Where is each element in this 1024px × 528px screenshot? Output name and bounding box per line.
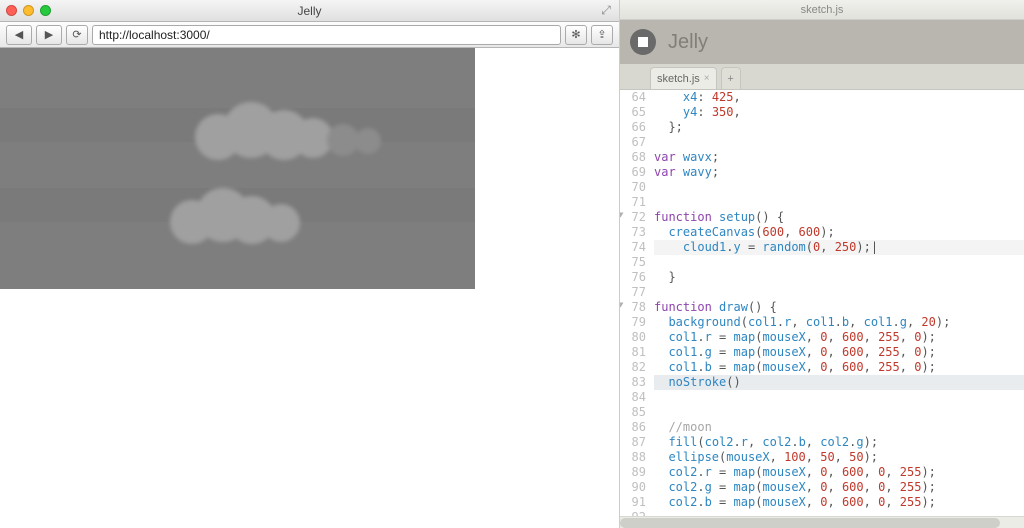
browser-title: Jelly	[0, 4, 619, 18]
line-number: 73	[620, 225, 646, 240]
code-line[interactable]: noStroke()	[654, 375, 1024, 390]
code-line[interactable]	[654, 180, 1024, 195]
window-zoom-icon[interactable]	[40, 5, 51, 16]
code-line[interactable]: createCanvas(600, 600);	[654, 225, 1024, 240]
code-line[interactable]	[654, 390, 1024, 405]
line-number: 65	[620, 105, 646, 120]
line-number: 64	[620, 90, 646, 105]
line-number: 81	[620, 345, 646, 360]
code-line[interactable]: y4: 350,	[654, 105, 1024, 120]
gear-button[interactable]: ✻	[565, 25, 587, 45]
code-line[interactable]: col2.g = map(mouseX, 0, 600, 0, 255);	[654, 480, 1024, 495]
project-title: Jelly	[668, 31, 708, 54]
code-line[interactable]	[654, 255, 1024, 270]
line-number: 83	[620, 375, 646, 390]
tab-label: sketch.js	[657, 73, 700, 85]
code-line[interactable]: col1.b = map(mouseX, 0, 600, 255, 0);	[654, 360, 1024, 375]
line-number: 71	[620, 195, 646, 210]
address-bar[interactable]: http://localhost:3000/	[92, 25, 561, 45]
traffic-lights	[6, 5, 51, 16]
line-number: 69	[620, 165, 646, 180]
line-number: 77	[620, 285, 646, 300]
code-line[interactable]: function draw() {	[654, 300, 1024, 315]
code-line[interactable]: //moon	[654, 420, 1024, 435]
code-line[interactable]: fill(col2.r, col2.b, col2.g);	[654, 435, 1024, 450]
code-line[interactable]: background(col1.r, col1.b, col1.g, 20);	[654, 315, 1024, 330]
stop-button[interactable]	[630, 29, 656, 55]
code-line[interactable]	[654, 285, 1024, 300]
line-number: 72	[620, 210, 646, 225]
stop-icon	[638, 37, 648, 47]
line-number: 86	[620, 420, 646, 435]
share-button[interactable]: ⇪	[591, 25, 613, 45]
code-line[interactable]	[654, 135, 1024, 150]
code-line[interactable]: ellipse(mouseX, 100, 50, 50);	[654, 450, 1024, 465]
browser-toolbar: ◀ ▶ ⟳ http://localhost:3000/ ✻ ⇪	[0, 22, 619, 48]
code-line[interactable]: var wavy;	[654, 165, 1024, 180]
line-number: 76	[620, 270, 646, 285]
gutter: 6465666768697071727374757677787980818283…	[620, 90, 650, 516]
fullscreen-icon[interactable]: ⤢	[599, 4, 613, 18]
add-tab-button[interactable]: +	[721, 67, 741, 89]
code-line[interactable]	[654, 405, 1024, 420]
code-line[interactable]: };	[654, 120, 1024, 135]
code-area[interactable]: 6465666768697071727374757677787980818283…	[620, 90, 1024, 516]
source[interactable]: x4: 425, y4: 350, }; var wavx;var wavy; fu…	[650, 90, 1024, 516]
editor-header: Jelly	[620, 20, 1024, 64]
back-button[interactable]: ◀	[6, 25, 32, 45]
window-minimize-icon[interactable]	[23, 5, 34, 16]
line-number: 70	[620, 180, 646, 195]
line-number: 79	[620, 315, 646, 330]
code-line[interactable]: col1.g = map(mouseX, 0, 600, 255, 0);	[654, 345, 1024, 360]
window-close-icon[interactable]	[6, 5, 17, 16]
line-number: 84	[620, 390, 646, 405]
line-number: 67	[620, 135, 646, 150]
line-number: 82	[620, 360, 646, 375]
line-number: 85	[620, 405, 646, 420]
line-number: 87	[620, 435, 646, 450]
editor-window: sketch.js Jelly sketch.js × + 6465666768…	[620, 0, 1024, 528]
horizontal-scrollbar[interactable]	[620, 516, 1024, 528]
line-number: 75	[620, 255, 646, 270]
browser-titlebar[interactable]: Jelly ⤢	[0, 0, 619, 22]
forward-button[interactable]: ▶	[36, 25, 62, 45]
code-line[interactable]: }	[654, 270, 1024, 285]
line-number: 80	[620, 330, 646, 345]
line-number: 68	[620, 150, 646, 165]
line-number: 78	[620, 300, 646, 315]
code-line[interactable]: col1.r = map(mouseX, 0, 600, 255, 0);	[654, 330, 1024, 345]
code-line[interactable]: function setup() {	[654, 210, 1024, 225]
code-line[interactable]: x4: 425,	[654, 90, 1024, 105]
line-number: 74	[620, 240, 646, 255]
line-number: 88	[620, 450, 646, 465]
sketch-canvas[interactable]	[0, 48, 475, 289]
code-line[interactable]: col2.r = map(mouseX, 0, 600, 0, 255);	[654, 465, 1024, 480]
code-line[interactable]	[654, 195, 1024, 210]
tab-sketch[interactable]: sketch.js ×	[650, 67, 717, 89]
line-number: 66	[620, 120, 646, 135]
editor-titlebar[interactable]: sketch.js	[620, 0, 1024, 20]
scrollbar-thumb[interactable]	[620, 518, 1000, 528]
line-number: 89	[620, 465, 646, 480]
editor-tabs: sketch.js × +	[620, 64, 1024, 90]
close-icon[interactable]: ×	[704, 73, 710, 84]
browser-window: Jelly ⤢ ◀ ▶ ⟳ http://localhost:3000/ ✻ ⇪	[0, 0, 620, 528]
code-line[interactable]: var wavx;	[654, 150, 1024, 165]
line-number: 90	[620, 480, 646, 495]
line-number: 91	[620, 495, 646, 510]
code-line[interactable]: col2.b = map(mouseX, 0, 600, 0, 255);	[654, 495, 1024, 510]
reload-button[interactable]: ⟳	[66, 25, 88, 45]
code-line[interactable]: cloud1.y = random(0, 250);|	[654, 240, 1024, 255]
